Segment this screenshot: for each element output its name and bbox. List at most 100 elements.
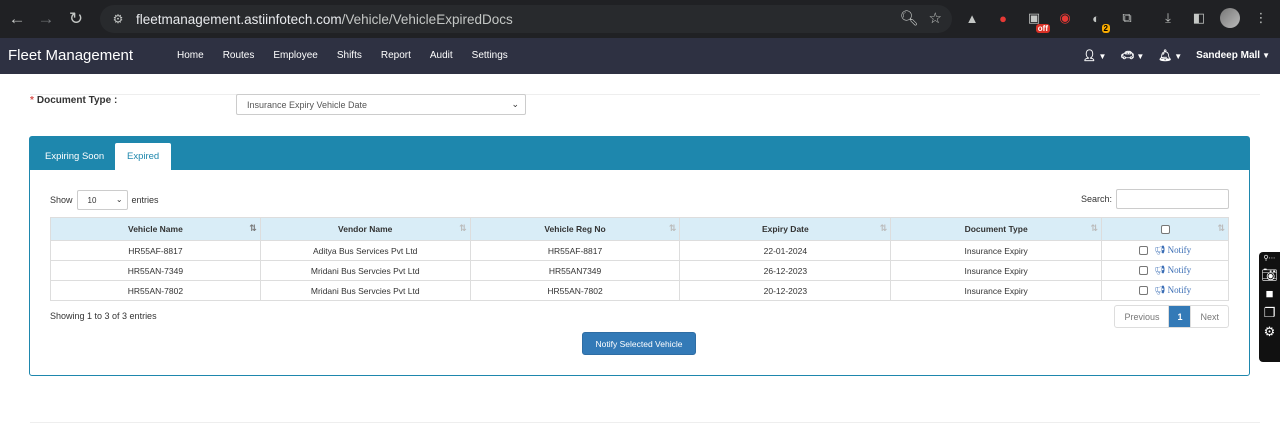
notify-link[interactable]: 📢︎ Notify xyxy=(1154,245,1191,255)
zoom-icon[interactable]: 🔍︎ xyxy=(900,9,919,27)
notify-label: Notify xyxy=(1167,265,1192,275)
profile-avatar[interactable] xyxy=(1220,8,1240,28)
extension-off-badge: off xyxy=(1035,24,1050,33)
table-info: Showing 1 to 3 of 3 entries xyxy=(50,311,157,321)
entries-label: entries xyxy=(131,195,159,205)
cell-vehicle-reg-no: HR55AN-7802 xyxy=(469,280,681,301)
sort-icon: ⇅ xyxy=(668,223,676,233)
col-expiry-date[interactable]: Expiry Date ⇅ xyxy=(679,217,892,241)
browser-menu-icon[interactable]: ⋮ xyxy=(1251,8,1271,28)
account-menu[interactable]: Sandeep Mall ▼ xyxy=(1196,50,1270,61)
document-type-select[interactable]: Insurance Expiry Vehicle Date ⌄ xyxy=(236,94,526,115)
menu-employee[interactable]: Employee xyxy=(273,50,317,61)
extension-hat-icon[interactable]: ▲ xyxy=(962,8,982,28)
main-menu: Home Routes Employee Shifts Report Audit… xyxy=(177,50,527,61)
menu-audit[interactable]: Audit xyxy=(430,50,453,61)
app-brand[interactable]: Fleet Management xyxy=(8,47,133,64)
windows-icon[interactable]: ❐ xyxy=(1264,305,1276,320)
chevron-down-icon: ▼ xyxy=(1098,52,1107,61)
megaphone-icon: 📢︎ xyxy=(1153,265,1166,275)
megaphone-icon: 📢︎ xyxy=(1153,285,1166,295)
entries-length-control: Show 10 ⌄ entries xyxy=(50,190,159,210)
app-navbar: Fleet Management Home Routes Employee Sh… xyxy=(0,38,1280,74)
cell-vehicle-name: HR55AN-7349 xyxy=(50,260,261,281)
chevron-down-icon: ▼ xyxy=(1136,52,1145,61)
user-menu-toggle[interactable]: 👤︎ ▼ xyxy=(1083,49,1107,62)
extension-record-icon[interactable]: ◉ xyxy=(1055,8,1075,28)
menu-routes[interactable]: Routes xyxy=(223,50,255,61)
table-header-row: Vehicle Name ⇅ Vendor Name ⇅ Vehicle Reg N… xyxy=(50,217,1229,241)
back-icon[interactable]: ← xyxy=(2,4,32,34)
side-panel-icon[interactable]: ◧ xyxy=(1189,8,1209,28)
site-settings-icon[interactable]: ⚙ xyxy=(108,9,128,29)
col-vehicle-name[interactable]: Vehicle Name ⇅ xyxy=(50,217,261,241)
gear-icon[interactable]: ⚙ xyxy=(1264,324,1276,339)
row-checkbox[interactable] xyxy=(1138,246,1148,256)
video-icon[interactable]: ■ xyxy=(1266,286,1274,301)
row-checkbox[interactable] xyxy=(1138,266,1148,276)
tab-expired[interactable]: Expired xyxy=(115,143,172,170)
sort-icon: ⇅ xyxy=(1217,223,1224,233)
col-expiry-date-label: Expiry Date xyxy=(761,224,809,234)
sort-icon: ⇅ xyxy=(459,223,466,233)
cell-expiry-date: 26-12-2023 xyxy=(679,260,892,281)
menu-home[interactable]: Home xyxy=(177,50,204,61)
col-vehicle-name-label: Vehicle Name xyxy=(128,224,183,234)
pagination-page-1[interactable]: 1 xyxy=(1168,306,1191,327)
cell-actions: 📢︎ Notify xyxy=(1101,240,1229,261)
reload-icon[interactable]: ↻ xyxy=(61,4,91,34)
car-icon: 🚗︎ xyxy=(1120,50,1135,62)
search-input[interactable] xyxy=(1116,189,1229,209)
cell-vendor-name: Mridani Bus Servcies Pvt Ltd xyxy=(259,260,471,281)
notify-link[interactable]: 📢︎ Notify xyxy=(1154,285,1191,295)
camera-icon[interactable]: 📷︎ xyxy=(1261,267,1278,282)
document-type-label: * Document Type : xyxy=(30,95,117,106)
cell-actions: 📢︎ Notify xyxy=(1101,280,1229,301)
expired-docs-table: Vehicle Name ⇅ Vendor Name ⇅ Vehicle Reg N… xyxy=(50,217,1229,301)
menu-settings[interactable]: Settings xyxy=(472,50,508,61)
url-text: fleetmanagement.astiinfotech.com/Vehicle… xyxy=(136,12,513,27)
extensions-puzzle-icon[interactable]: ⧉ xyxy=(1117,8,1137,28)
bookmark-star-icon[interactable]: ☆ xyxy=(929,9,942,27)
cell-document-type: Insurance Expiry xyxy=(890,240,1103,261)
col-vendor-name-label: Vendor Name xyxy=(338,224,393,234)
toolbar-grip-icon[interactable]: ⚲⋯ xyxy=(1263,255,1275,263)
bell-icon: 🔔︎ xyxy=(1158,50,1173,62)
cell-vendor-name: Mridani Bus Servcies Pvt Ltd xyxy=(259,280,471,301)
col-vendor-name[interactable]: Vendor Name ⇅ xyxy=(259,217,471,241)
col-vehicle-reg-no[interactable]: Vehicle Reg No ⇅ xyxy=(469,217,681,241)
notify-selected-button[interactable]: Notify Selected Vehicle xyxy=(582,332,696,355)
pagination-next[interactable]: Next xyxy=(1190,306,1228,327)
entries-select[interactable]: 10 ⌄ xyxy=(76,190,128,210)
cell-document-type: Insurance Expiry xyxy=(890,280,1103,301)
user-icon: 👤︎ xyxy=(1082,50,1097,62)
tab-expiring-soon[interactable]: Expiring Soon xyxy=(33,143,116,170)
url-host: fleetmanagement.astiinfotech.com xyxy=(136,11,342,27)
col-document-type-label: Document Type xyxy=(964,224,1028,234)
menu-report[interactable]: Report xyxy=(381,50,411,61)
show-label: Show xyxy=(50,195,73,205)
user-name: Sandeep Mall xyxy=(1196,50,1261,61)
extension-off-icon[interactable]: ▣ off xyxy=(1024,8,1050,33)
table-search: Search: xyxy=(1081,189,1229,209)
pagination-previous[interactable]: Previous xyxy=(1115,306,1168,327)
cell-document-type: Insurance Expiry xyxy=(890,260,1103,281)
notify-link[interactable]: 📢︎ Notify xyxy=(1154,265,1191,275)
col-document-type[interactable]: Document Type ⇅ xyxy=(890,217,1103,241)
address-bar[interactable]: ⚙ fleetmanagement.astiinfotech.com/Vehic… xyxy=(100,5,952,33)
col-select-all[interactable]: ⇅ xyxy=(1101,217,1229,241)
pagination: Previous 1 Next xyxy=(1114,305,1229,328)
document-type-selected: Insurance Expiry Vehicle Date xyxy=(247,99,368,110)
vehicle-menu-toggle[interactable]: 🚗︎ ▼ xyxy=(1120,49,1144,62)
download-icon[interactable]: ⤓ xyxy=(1158,8,1178,28)
menu-shifts[interactable]: Shifts xyxy=(337,50,362,61)
cell-expiry-date: 22-01-2024 xyxy=(679,240,892,261)
extension-pokeball-icon[interactable]: ● xyxy=(993,8,1013,28)
extension-counter-icon[interactable]: ◐ 2 xyxy=(1086,8,1110,33)
sort-asc-icon: ⇅ xyxy=(249,223,256,233)
forward-icon[interactable]: → xyxy=(31,4,61,34)
row-checkbox[interactable] xyxy=(1138,286,1148,296)
notification-menu-toggle[interactable]: 🔔︎ ▼ xyxy=(1158,49,1182,62)
select-all-checkbox[interactable] xyxy=(1160,225,1170,235)
cell-vehicle-reg-no: HR55AF-8817 xyxy=(469,240,681,261)
